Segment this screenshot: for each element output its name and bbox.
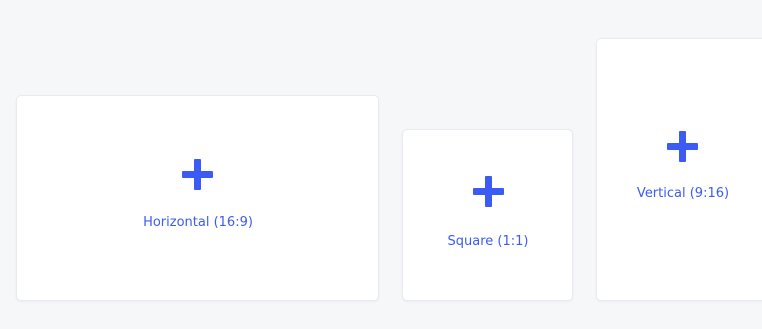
plus-icon — [667, 131, 698, 162]
create-horizontal-card[interactable]: Horizontal (16:9) — [16, 95, 379, 301]
create-square-card[interactable]: Square (1:1) — [402, 129, 573, 301]
plus-icon — [182, 159, 213, 190]
vertical-option-label: Vertical (9:16) — [636, 186, 730, 201]
horizontal-option-label: Horizontal (16:9) — [143, 215, 253, 230]
create-vertical-card[interactable]: Vertical (9:16) — [596, 38, 762, 301]
plus-icon — [473, 176, 504, 207]
square-option-label: Square (1:1) — [447, 234, 529, 249]
